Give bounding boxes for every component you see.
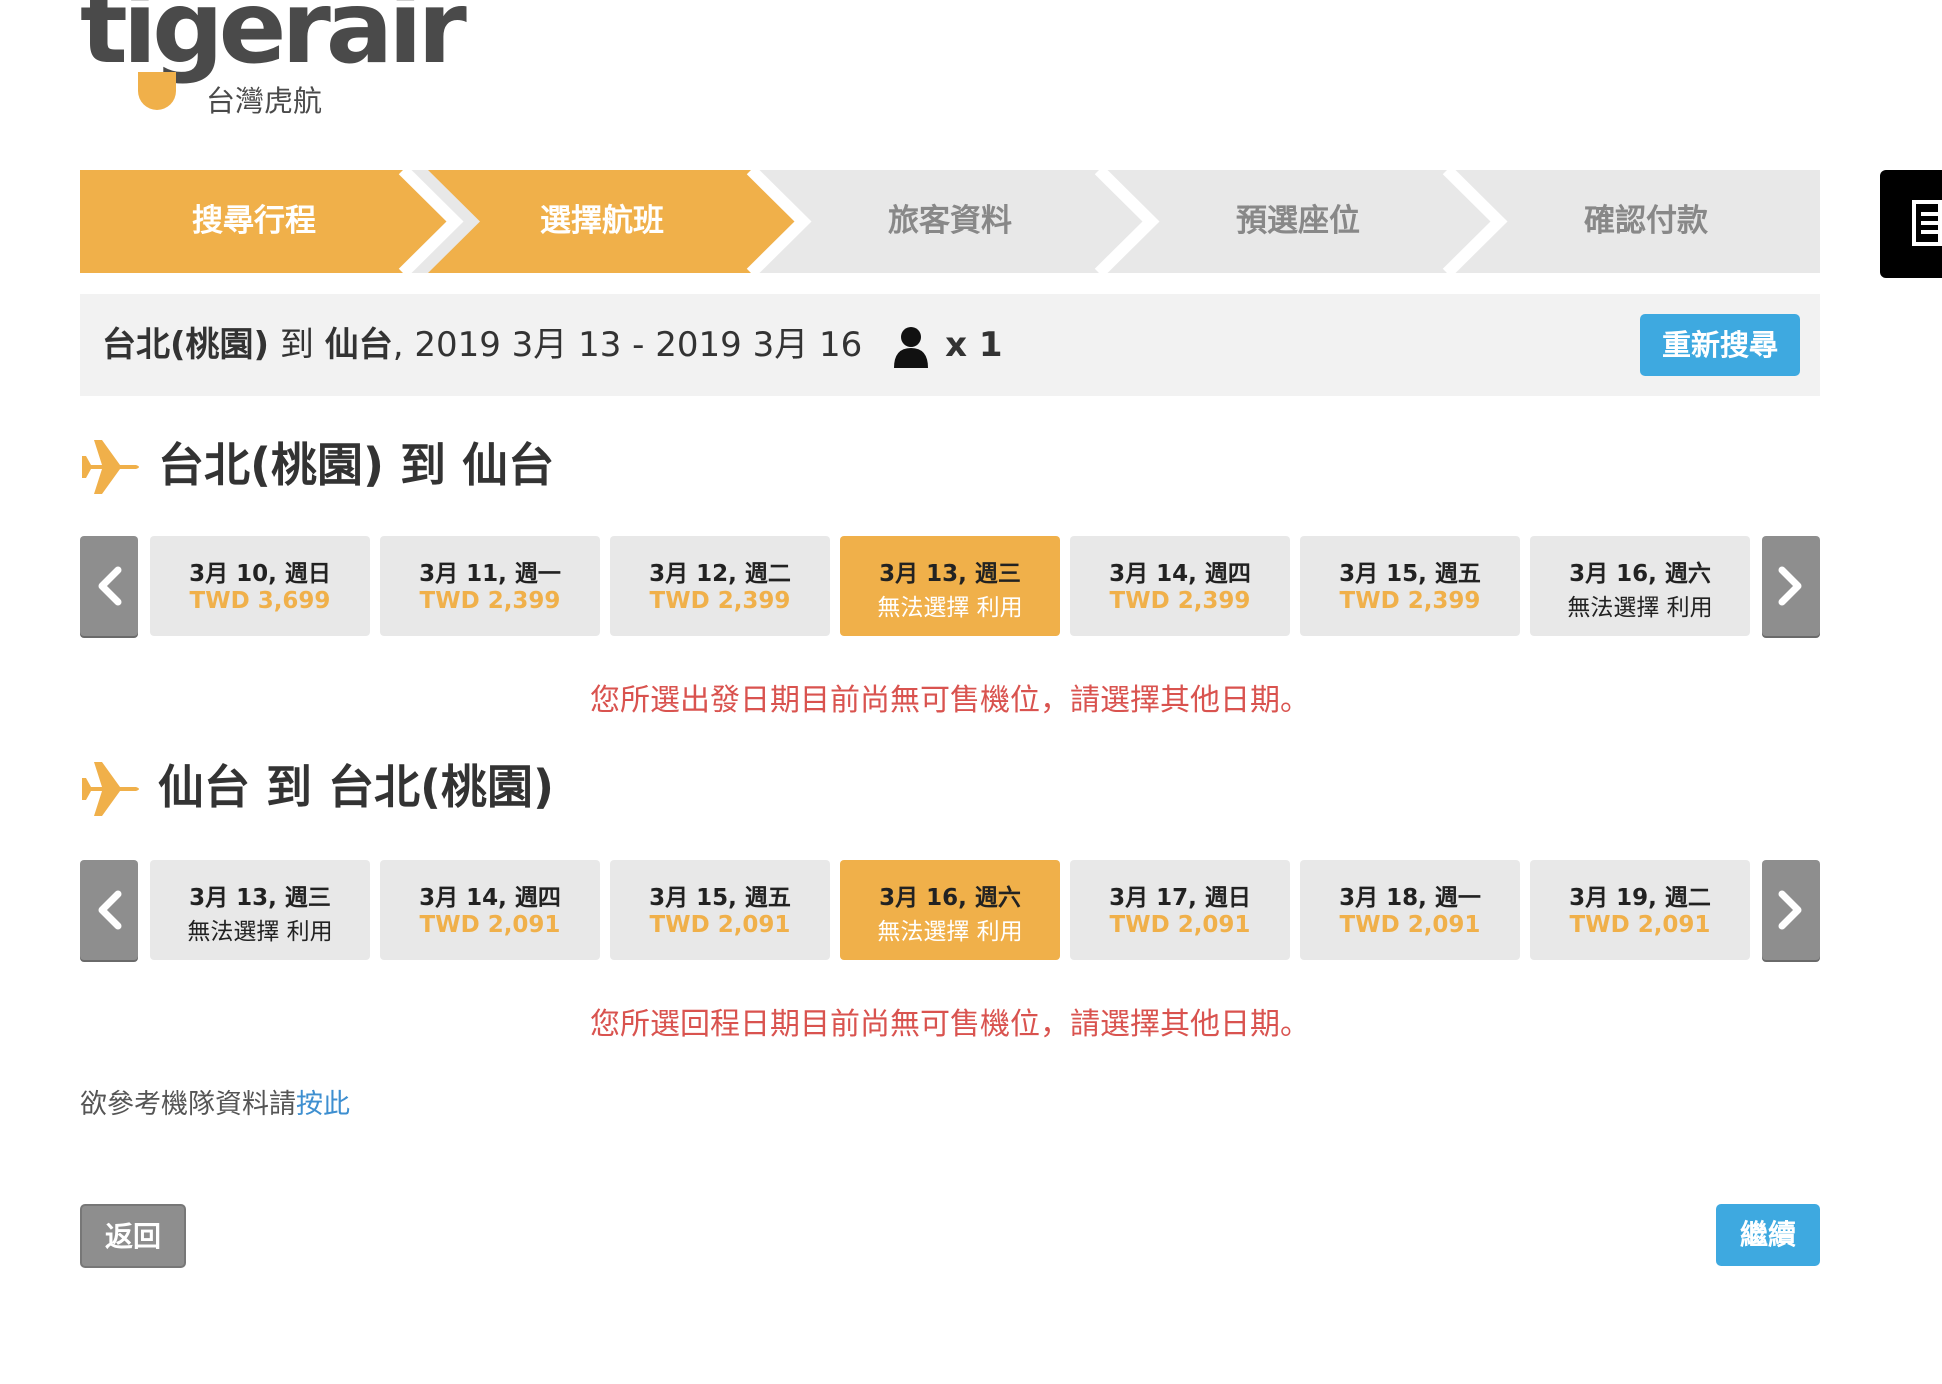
price-label: TWD 2,091: [1339, 912, 1481, 938]
summary-origin: 台北(桃園): [102, 325, 270, 365]
chevron-right-icon: [1778, 890, 1802, 930]
date-label: 3月 10, 週日: [189, 561, 331, 587]
airplane-icon: [82, 440, 139, 494]
passenger-icon: [894, 326, 929, 368]
date-label: 3月 18, 週一: [1339, 885, 1481, 911]
fleet-info-text: 欲參考機隊資料請: [80, 1089, 296, 1120]
outbound-unavailable-message: 您所選出發日期目前尚無可售機位，請選擇其他日期。: [590, 683, 1310, 718]
inbound-next-button[interactable]: [1762, 860, 1820, 960]
logo-wordmark: tigerair: [80, 0, 467, 86]
fleet-info: 欲參考機隊資料請按此: [80, 1082, 350, 1121]
inbound-title-text: 仙台 到 台北(桃園): [158, 760, 555, 814]
price-label: TWD 2,399: [419, 588, 561, 614]
price-label: TWD 2,399: [1109, 588, 1251, 614]
inbound-date-card[interactable]: 3月 13, 週三 無法選擇 利用: [150, 860, 370, 960]
step-payment: 確認付款: [1584, 203, 1708, 239]
summary-dates: , 2019 3月 13 - 2019 3月 16: [392, 325, 863, 365]
booking-progress-bar: 搜尋行程 選擇航班 旅客資料 預選座位 確認付款: [80, 170, 1820, 273]
fleet-info-link[interactable]: 按此: [296, 1089, 350, 1120]
outbound-title-text: 台北(桃園) 到 仙台: [158, 438, 555, 492]
inbound-date-selector: 3月 13, 週三 無法選擇 利用 3月 14, 週四 TWD 2,091 3月…: [80, 860, 1820, 960]
outbound-date-selector: 3月 10, 週日 TWD 3,699 3月 11, 週一 TWD 2,399 …: [80, 536, 1820, 636]
step-search[interactable]: 搜尋行程: [80, 170, 428, 273]
date-label: 3月 19, 週二: [1569, 885, 1711, 911]
inbound-date-card[interactable]: 3月 14, 週四 TWD 2,091: [380, 860, 600, 960]
inbound-prev-button[interactable]: [80, 860, 138, 960]
search-summary: 台北(桃園) 到 仙台, 2019 3月 13 - 2019 3月 16 x 1…: [80, 294, 1820, 396]
summary-passenger-count: x 1: [945, 325, 1003, 365]
availability-label: 無法選擇 利用: [877, 595, 1023, 621]
step-passenger-info: 旅客資料: [888, 203, 1012, 239]
date-label: 3月 16, 週六: [879, 885, 1021, 911]
document-icon: [1912, 200, 1942, 246]
back-button[interactable]: 返回: [80, 1204, 186, 1268]
outbound-date-card[interactable]: 3月 14, 週四 TWD 2,399: [1070, 536, 1290, 636]
inbound-date-card-selected[interactable]: 3月 16, 週六 無法選擇 利用: [840, 860, 1060, 960]
research-button[interactable]: 重新搜尋: [1640, 314, 1800, 376]
summary-text: 台北(桃園) 到 仙台, 2019 3月 13 - 2019 3月 16 x 1: [102, 294, 1003, 396]
outbound-date-card[interactable]: 3月 11, 週一 TWD 2,399: [380, 536, 600, 636]
availability-label: 無法選擇 利用: [877, 919, 1023, 945]
summary-to: 到: [279, 325, 314, 365]
date-label: 3月 17, 週日: [1109, 885, 1251, 911]
inbound-date-card[interactable]: 3月 17, 週日 TWD 2,091: [1070, 860, 1290, 960]
date-label: 3月 13, 週三: [879, 561, 1021, 587]
outbound-date-card[interactable]: 3月 15, 週五 TWD 2,399: [1300, 536, 1520, 636]
price-label: TWD 2,091: [419, 912, 561, 938]
price-label: TWD 2,091: [649, 912, 791, 938]
inbound-date-card[interactable]: 3月 18, 週一 TWD 2,091: [1300, 860, 1520, 960]
date-label: 3月 15, 週五: [1339, 561, 1481, 587]
summary-destination: 仙台: [324, 325, 393, 365]
airplane-icon: [82, 762, 139, 816]
logo-tiger-mark: [138, 72, 176, 110]
price-label: TWD 3,699: [189, 588, 331, 614]
date-label: 3月 11, 週一: [419, 561, 561, 587]
step-select-flight: 選擇航班: [540, 203, 664, 239]
date-label: 3月 13, 週三: [189, 885, 331, 911]
outbound-date-card-selected[interactable]: 3月 13, 週三 無法選擇 利用: [840, 536, 1060, 636]
outbound-next-button[interactable]: [1762, 536, 1820, 636]
side-feedback-tab[interactable]: [1880, 170, 1942, 278]
outbound-prev-button[interactable]: [80, 536, 138, 636]
inbound-unavailable-message: 您所選回程日期目前尚無可售機位，請選擇其他日期。: [590, 1007, 1310, 1042]
outbound-date-card[interactable]: 3月 16, 週六 無法選擇 利用: [1530, 536, 1750, 636]
price-label: TWD 2,399: [1339, 588, 1481, 614]
availability-label: 無法選擇 利用: [1567, 595, 1713, 621]
chevron-right-icon: [1778, 566, 1802, 606]
date-label: 3月 14, 週四: [419, 885, 561, 911]
logo-subtitle: 台灣虎航: [206, 84, 323, 118]
date-label: 3月 16, 週六: [1569, 561, 1711, 587]
outbound-date-card[interactable]: 3月 10, 週日 TWD 3,699: [150, 536, 370, 636]
date-label: 3月 15, 週五: [649, 885, 791, 911]
outbound-date-card[interactable]: 3月 12, 週二 TWD 2,399: [610, 536, 830, 636]
date-label: 3月 12, 週二: [649, 561, 791, 587]
step-seat-selection: 預選座位: [1236, 203, 1360, 239]
tigerair-logo[interactable]: tigerair 台灣虎航: [80, 0, 467, 118]
availability-label: 無法選擇 利用: [187, 919, 333, 945]
continue-button[interactable]: 繼續: [1716, 1204, 1820, 1266]
inbound-date-card[interactable]: 3月 19, 週二 TWD 2,091: [1530, 860, 1750, 960]
date-label: 3月 14, 週四: [1109, 561, 1251, 587]
chevron-left-icon: [98, 890, 122, 930]
price-label: TWD 2,399: [649, 588, 791, 614]
price-label: TWD 2,091: [1569, 912, 1711, 938]
chevron-left-icon: [98, 566, 122, 606]
price-label: TWD 2,091: [1109, 912, 1251, 938]
inbound-date-card[interactable]: 3月 15, 週五 TWD 2,091: [610, 860, 830, 960]
